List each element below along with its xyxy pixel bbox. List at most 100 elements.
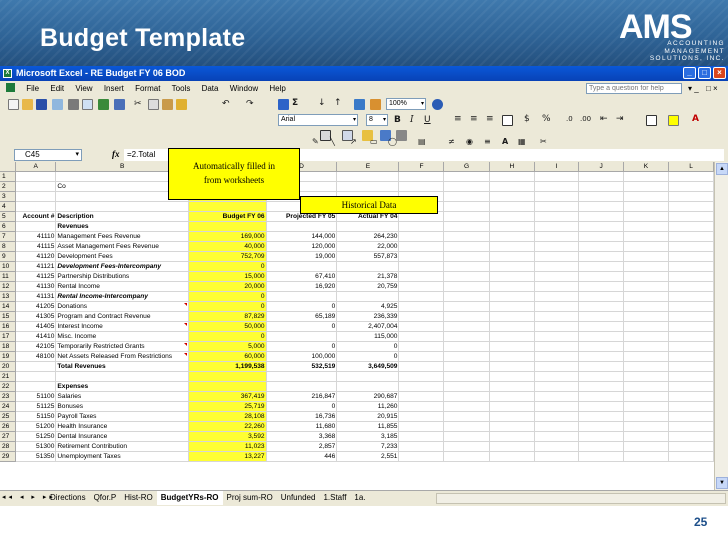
empty-cell[interactable] [489, 321, 536, 332]
actual-cell[interactable]: 4,925 [336, 301, 400, 312]
empty-cell[interactable] [443, 191, 490, 202]
cell[interactable] [398, 401, 445, 412]
projected-cell[interactable] [266, 261, 338, 272]
empty-cell[interactable] [489, 271, 536, 282]
empty-cell[interactable] [489, 211, 536, 222]
description-cell[interactable]: Management Fees Revenue [55, 231, 189, 242]
row-header[interactable]: 18 [0, 341, 17, 352]
row-header[interactable]: 11 [0, 271, 17, 282]
empty-cell[interactable] [489, 441, 536, 452]
projected-cell[interactable]: 120,000 [266, 241, 338, 252]
empty-cell[interactable] [489, 401, 536, 412]
empty-cell[interactable] [623, 441, 670, 452]
budget-cell[interactable]: 169,000 [188, 231, 267, 242]
empty-cell[interactable] [578, 341, 624, 352]
empty-cell[interactable] [534, 171, 580, 182]
account-cell[interactable]: Account # [15, 211, 57, 222]
empty-cell[interactable] [443, 331, 490, 342]
description-cell[interactable]: Health Insurance [55, 421, 189, 432]
projected-cell[interactable]: 11,680 [266, 421, 338, 432]
empty-cell[interactable] [534, 311, 580, 322]
budget-cell[interactable]: 1,199,538 [188, 361, 267, 372]
actual-cell[interactable]: 3,185 [336, 431, 400, 442]
empty-cell[interactable] [668, 271, 714, 282]
empty-cell[interactable] [623, 231, 670, 242]
row-header[interactable]: 25 [0, 411, 17, 422]
empty-cell[interactable] [668, 221, 714, 232]
empty-cell[interactable] [489, 391, 536, 402]
print-preview-icon[interactable] [82, 99, 93, 110]
empty-cell[interactable] [443, 211, 490, 222]
projected-cell[interactable]: 0 [266, 301, 338, 312]
doc-minimize-button[interactable]: ▾ _ [688, 83, 699, 94]
cell[interactable] [398, 431, 445, 442]
empty-cell[interactable] [534, 201, 580, 212]
increase-decimal-icon[interactable]: .0 [566, 113, 573, 125]
underline-button[interactable]: U [424, 114, 431, 126]
empty-cell[interactable] [623, 201, 670, 212]
percent-button[interactable]: % [542, 113, 551, 125]
empty-cell[interactable] [489, 331, 536, 342]
empty-cell[interactable] [623, 191, 670, 202]
increase-indent-icon[interactable]: ⇥ [616, 113, 624, 125]
line-icon[interactable]: ╲ [330, 136, 335, 148]
menu-file[interactable]: File [26, 81, 39, 96]
empty-cell[interactable] [668, 171, 714, 182]
description-cell[interactable] [55, 201, 189, 212]
empty-cell[interactable] [578, 201, 624, 212]
budget-cell[interactable]: 50,000 [188, 321, 267, 332]
row-header[interactable]: 7 [0, 231, 17, 242]
budget-cell[interactable]: 0 [188, 261, 267, 272]
empty-cell[interactable] [578, 421, 624, 432]
empty-cell[interactable] [443, 401, 490, 412]
empty-cell[interactable] [623, 221, 670, 232]
decrease-decimal-icon[interactable]: .00 [580, 113, 591, 125]
empty-cell[interactable] [443, 441, 490, 452]
actual-cell[interactable]: 264,230 [336, 231, 400, 242]
description-cell[interactable]: Program and Contract Revenue [55, 311, 189, 322]
description-cell[interactable]: Asset Management Fees Revenue [55, 241, 189, 252]
open-icon[interactable] [22, 99, 33, 110]
empty-cell[interactable] [623, 261, 670, 272]
empty-cell[interactable] [623, 251, 670, 262]
empty-cell[interactable] [489, 251, 536, 262]
cell[interactable] [398, 241, 445, 252]
menu-help[interactable]: Help [269, 81, 285, 96]
drawing-icon[interactable] [370, 99, 381, 110]
empty-cell[interactable] [443, 451, 490, 462]
budget-cell[interactable]: 367,419 [188, 391, 267, 402]
autosum-icon[interactable]: Σ [292, 97, 298, 109]
column-header[interactable]: A [15, 162, 57, 172]
description-cell[interactable]: Misc. Income [55, 331, 189, 342]
empty-cell[interactable] [534, 391, 580, 402]
oval-icon[interactable]: ◯ [388, 136, 397, 148]
budget-cell[interactable] [188, 201, 267, 212]
actual-cell[interactable]: 115,000 [336, 331, 400, 342]
italic-button[interactable]: I [410, 114, 414, 126]
undo-icon[interactable]: ↶ [222, 98, 230, 110]
empty-cell[interactable] [578, 381, 624, 392]
cell[interactable] [398, 261, 445, 272]
decrease-indent-icon[interactable]: ⇤ [600, 113, 608, 125]
column-header[interactable]: G [443, 162, 490, 172]
account-cell[interactable]: 41130 [15, 281, 57, 292]
empty-cell[interactable] [534, 441, 580, 452]
empty-cell[interactable] [578, 411, 624, 422]
format-painter-icon[interactable] [176, 99, 187, 110]
actual-cell[interactable]: 20,759 [336, 281, 400, 292]
row-header[interactable]: 5 [0, 211, 17, 222]
empty-cell[interactable] [443, 221, 490, 232]
empty-cell[interactable] [623, 391, 670, 402]
row-header[interactable]: 6 [0, 221, 17, 232]
minimize-button[interactable]: _ [683, 67, 696, 79]
actual-cell[interactable]: 3,649,509 [336, 361, 400, 372]
budget-cell[interactable]: 22,260 [188, 421, 267, 432]
empty-cell[interactable] [443, 181, 490, 192]
doc-close-button[interactable]: □ × [706, 83, 718, 94]
empty-cell[interactable] [443, 201, 490, 212]
empty-cell[interactable] [534, 281, 580, 292]
empty-cell[interactable] [578, 451, 624, 462]
cell[interactable] [398, 451, 445, 462]
empty-cell[interactable] [623, 311, 670, 322]
empty-cell[interactable] [489, 351, 536, 362]
